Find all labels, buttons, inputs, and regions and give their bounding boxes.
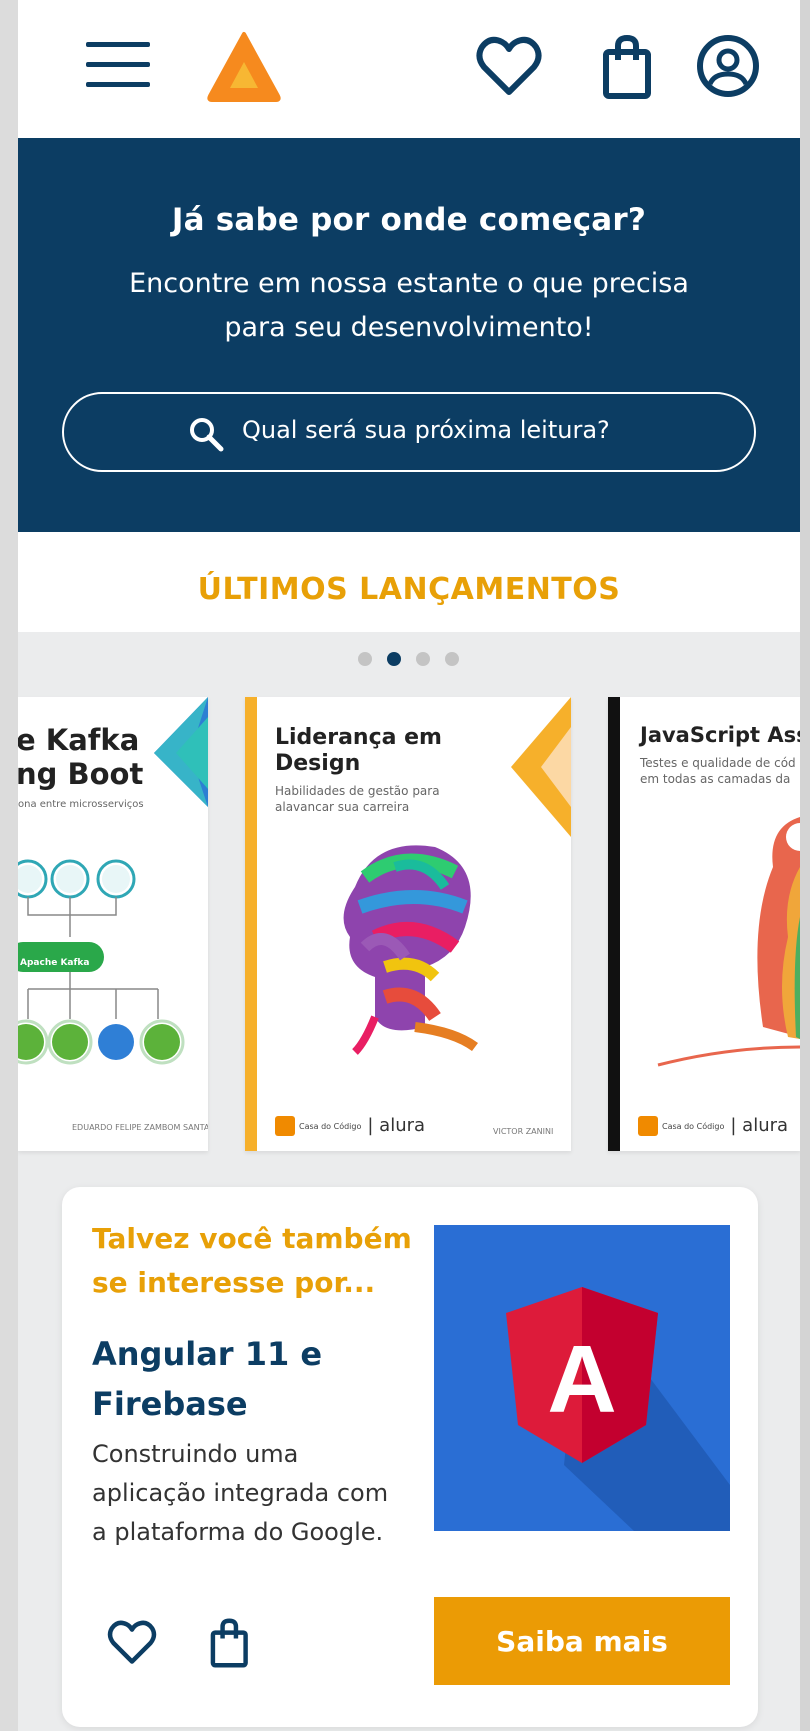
publisher-name: Casa do Código xyxy=(662,1121,725,1131)
add-to-bag-icon[interactable] xyxy=(204,1615,256,1671)
hero-banner: Já sabe por onde começar? Encontre em no… xyxy=(18,138,800,532)
angular-letter: A xyxy=(547,1326,617,1433)
recommendation-description: Construindo uma aplicação integrada com … xyxy=(92,1440,389,1546)
book-spine-stripe xyxy=(608,697,620,1151)
book-title-line1: JavaScript Ass xyxy=(640,723,800,747)
brand-name: alura xyxy=(742,1115,789,1136)
book-cover-kafka[interactable]: e Kafka ng Boot ona entre microsserviços… xyxy=(18,697,208,1151)
casa-do-codigo-logo-icon xyxy=(638,1116,658,1136)
publisher-brand: Casa do Código | alura xyxy=(638,1115,788,1136)
hero-subtitle: Encontre em nossa estante o que precisa … xyxy=(129,268,689,343)
angular-logo-icon[interactable]: A xyxy=(434,1225,730,1531)
favorite-heart-icon[interactable] xyxy=(106,1617,158,1669)
learn-more-button[interactable]: Saiba mais xyxy=(434,1597,730,1685)
hamburger-menu-icon[interactable] xyxy=(86,40,154,90)
nesting-doll-illustration-icon xyxy=(657,817,800,1067)
shopping-bag-icon[interactable] xyxy=(594,32,664,102)
carousel-dot-4[interactable] xyxy=(445,652,459,666)
carousel-dot-1[interactable] xyxy=(358,652,372,666)
book-cover-lideranca-em-design[interactable]: Liderança em Design Habilidades de gestã… xyxy=(245,697,571,1151)
recommendation-card: Talvez você também se interesse por... A… xyxy=(62,1187,758,1727)
releases-header: ÚLTIMOS LANÇAMENTOS xyxy=(18,532,800,632)
heart-icon[interactable] xyxy=(474,32,544,102)
left-edge xyxy=(0,0,18,1731)
carousel-pagination xyxy=(358,652,468,668)
triangle-logo-icon[interactable] xyxy=(206,30,282,102)
scrollbar-track[interactable] xyxy=(800,0,810,1731)
search-icon[interactable] xyxy=(188,416,224,452)
kafka-diagram-icon xyxy=(18,697,208,1065)
book-corner-chevron-icon xyxy=(511,697,571,837)
hero-title: Já sabe por onde começar? xyxy=(171,202,647,238)
user-account-icon[interactable] xyxy=(694,32,764,102)
colorful-head-illustration-icon xyxy=(343,845,478,1055)
casa-do-codigo-logo-icon xyxy=(275,1116,295,1136)
brand-name: alura xyxy=(379,1115,426,1136)
top-header xyxy=(18,0,800,138)
book-subtitle-line2: alavancar sua carreira xyxy=(275,800,410,814)
recommendation-title: Angular 11 e Firebase xyxy=(92,1335,323,1423)
book-subtitle-line2: em todas as camadas da xyxy=(640,772,791,786)
book-spine-stripe xyxy=(245,697,257,1151)
book-subtitle-line1: Testes e qualidade de cód xyxy=(640,756,796,770)
search-placeholder[interactable]: Qual será sua próxima leitura? xyxy=(242,416,610,444)
book-title-line2: Design xyxy=(275,751,361,776)
carousel-dot-2[interactable] xyxy=(387,652,401,666)
book-author: VICTOR ZANINI xyxy=(493,1127,554,1136)
book-author: EDUARDO FELIPE ZAMBOM SANTANA xyxy=(72,1123,208,1132)
recommendation-kicker: Talvez você também se interesse por... xyxy=(92,1222,412,1299)
book-subtitle-line1: Habilidades de gestão para xyxy=(275,784,440,798)
diagram-label: Apache Kafka xyxy=(20,958,90,968)
book-title-line1: Liderança em xyxy=(275,725,442,750)
book-cover-javascript[interactable]: JavaScript Ass Testes e qualidade de cód… xyxy=(608,697,800,1151)
releases-title: ÚLTIMOS LANÇAMENTOS xyxy=(197,572,621,607)
publisher-brand: Casa do Código | alura xyxy=(275,1115,425,1136)
search-input[interactable]: Qual será sua próxima leitura? xyxy=(62,392,756,472)
page: Já sabe por onde começar? Encontre em no… xyxy=(18,0,800,1731)
publisher-name: Casa do Código xyxy=(299,1121,362,1131)
carousel-dot-3[interactable] xyxy=(416,652,430,666)
